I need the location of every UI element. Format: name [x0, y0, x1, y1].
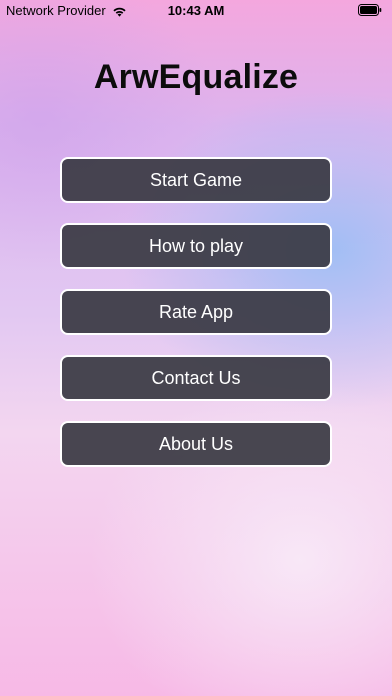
- how-to-play-button[interactable]: How to play: [60, 223, 332, 269]
- about-us-button[interactable]: About Us: [60, 421, 332, 467]
- rate-app-button[interactable]: Rate App: [60, 289, 332, 335]
- start-game-label: Start Game: [149, 169, 243, 190]
- start-game-button[interactable]: Start Game: [60, 157, 332, 203]
- contact-us-button[interactable]: Contact Us: [60, 355, 332, 401]
- app-title: ArwEqualize: [93, 58, 299, 96]
- contact-us-label: Contact Us: [151, 367, 241, 388]
- rate-app-label: Rate App: [158, 301, 234, 322]
- how-to-play-label: How to play: [148, 235, 244, 256]
- about-us-label: About Us: [158, 433, 234, 454]
- status-bar: Network Provider 10:43 AM: [0, 0, 392, 22]
- battery-icon: [358, 4, 382, 16]
- status-time: 10:43 AM: [167, 3, 225, 18]
- main-menu-screen: Network Provider 10:43 AM ArwEqualize St…: [0, 0, 392, 696]
